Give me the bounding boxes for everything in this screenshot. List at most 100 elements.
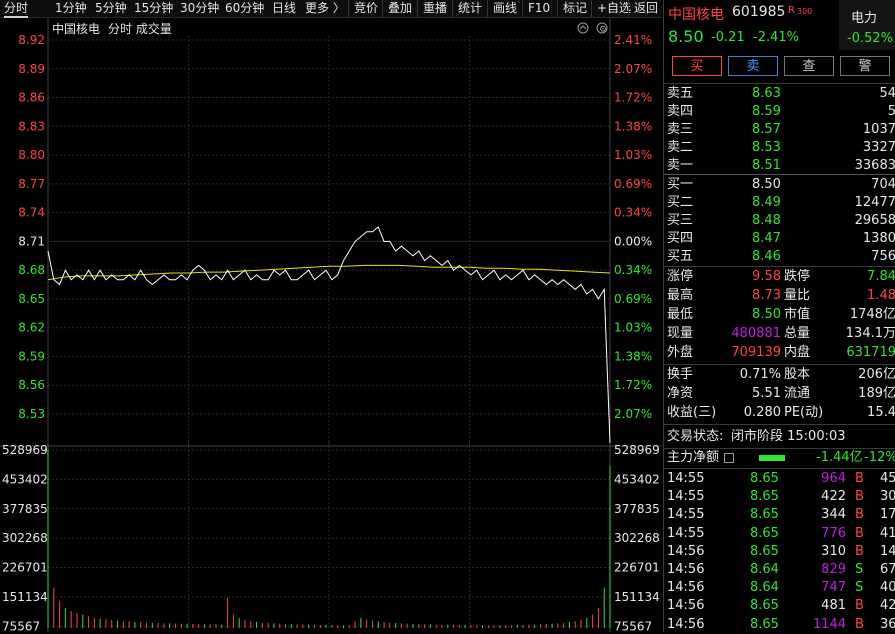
buy-button[interactable]: 买 <box>672 56 722 76</box>
bid-label: 买三 <box>667 213 694 228</box>
stats-row: 最高 8.73 量比 1.48 <box>664 287 895 305</box>
settings-icon[interactable]: ⚙ <box>596 22 608 35</box>
tab-5min[interactable]: 5分钟 <box>95 0 127 17</box>
sell-button[interactable]: 卖 <box>728 56 778 76</box>
tick-row: 14:56 8.65 1144 B 36 <box>664 616 895 634</box>
percent-tick-label: 1.03% <box>614 148 652 162</box>
replay-button[interactable]: 重播 <box>417 0 447 17</box>
price-tick-label: 8.62 <box>18 321 45 335</box>
tick-count: 45 <box>880 471 895 486</box>
bid-row: 买二 8.49 12477 <box>664 194 895 212</box>
stat-value: 480881 <box>731 326 781 341</box>
tick-side: B <box>855 525 864 541</box>
svg-text:⚙: ⚙ <box>599 25 607 35</box>
ask-volume: 33683 <box>854 158 895 173</box>
ask-row: 卖四 8.59 5 <box>664 103 895 121</box>
tick-count: 40 <box>880 580 895 596</box>
draw-button[interactable]: 画线 <box>487 0 517 17</box>
rz-badge: R <box>788 5 795 16</box>
price-tick-label: 8.89 <box>18 62 45 76</box>
stat-value: 1.48 <box>867 288 895 303</box>
price-tick-label: 8.83 <box>18 119 45 133</box>
main-flow-label: 主力净额 <box>667 450 720 465</box>
ask-row: 卖一 8.51 33683 <box>664 157 895 175</box>
tab-60min[interactable]: 60分钟 <box>225 0 264 17</box>
auction-button[interactable]: 竞价 <box>348 0 378 17</box>
ask-volume: 5 <box>887 104 895 119</box>
tick-side: B <box>855 489 864 505</box>
tick-row: 14:55 8.65 776 B 41 <box>664 525 895 543</box>
tick-price: 8.65 <box>750 507 779 523</box>
volume-tick-label: 226701 <box>614 561 660 575</box>
tick-side: B <box>855 543 864 559</box>
tick-price: 8.65 <box>750 543 779 559</box>
tab-daily[interactable]: 日线 <box>272 0 296 17</box>
volume-tick-label: 453402 <box>614 472 660 486</box>
tick-time: 14:56 <box>667 562 705 577</box>
tick-time: 14:56 <box>667 543 705 559</box>
tick-time: 14:56 <box>667 580 705 596</box>
list-icon[interactable] <box>724 453 734 463</box>
percent-tick-label: 2.07% <box>614 62 652 76</box>
ask-price: 8.57 <box>752 122 781 137</box>
price-tick-label: 8.77 <box>18 177 45 191</box>
tick-price: 8.65 <box>750 616 779 632</box>
stats-button[interactable]: 统计 <box>452 0 482 17</box>
price-tick-label: 8.53 <box>18 407 45 421</box>
tick-price: 8.65 <box>750 525 779 541</box>
tick-side: B <box>855 471 864 486</box>
mark-button[interactable]: 标记 <box>557 0 587 17</box>
intraday-chart[interactable]: 中国核电 分时 成交量 ⚙ 8.928.898.868.838.808.778.… <box>0 18 662 632</box>
tick-price: 8.65 <box>750 471 779 486</box>
stat-value: 189亿 <box>858 386 895 401</box>
ask-label: 卖三 <box>667 122 694 137</box>
stat-value: 5.51 <box>752 386 781 401</box>
tick-time: 14:55 <box>667 471 705 486</box>
stat-value: 0.280 <box>743 405 781 420</box>
tab-fenshi[interactable]: 分时 <box>4 0 29 18</box>
main-flow[interactable]: 主力净额 -1.44亿 -12% <box>664 449 895 467</box>
back-button[interactable]: 返回 <box>628 0 658 17</box>
tick-count: 30 <box>880 489 895 505</box>
ask-price: 8.59 <box>752 104 781 119</box>
bid-label: 买一 <box>667 177 694 192</box>
f10-button[interactable]: F10 <box>522 0 550 17</box>
tick-volume: 747 <box>821 580 846 596</box>
bid-price: 8.49 <box>752 195 781 210</box>
price-tick-label: 8.71 <box>18 234 45 248</box>
tick-volume: 310 <box>821 543 846 559</box>
volume-tick-label: 75567 <box>614 619 652 632</box>
tick-volume: 829 <box>821 562 846 577</box>
add-watchlist-button[interactable]: +自选 <box>591 0 631 17</box>
bid-label: 买四 <box>667 231 694 246</box>
sector-pct: -0.52% <box>847 31 893 46</box>
tick-count: 36 <box>880 616 895 632</box>
zoom-in-icon[interactable] <box>577 22 589 34</box>
stat-value: 1748亿 <box>849 307 895 322</box>
percent-tick-label: 0.34% <box>614 263 652 277</box>
stat-label: 现量 <box>667 326 694 341</box>
volume-tick-label: 75567 <box>2 619 40 632</box>
volume-tick-label: 528969 <box>2 443 48 457</box>
percent-tick-label: 1.03% <box>614 321 652 335</box>
ask-volume: 3327 <box>862 140 895 155</box>
percent-tick-label: 1.72% <box>614 378 652 392</box>
volume-tick-label: 302268 <box>614 531 660 545</box>
tab-more[interactable]: 更多 〉 <box>305 0 345 17</box>
tab-15min[interactable]: 15分钟 <box>134 0 173 17</box>
tick-volume: 776 <box>821 525 846 541</box>
tab-1min[interactable]: 1分钟 <box>55 0 87 17</box>
bid-volume: 12477 <box>854 195 895 210</box>
alert-button[interactable]: 警 <box>840 56 890 76</box>
overlay-button[interactable]: 叠加 <box>382 0 412 17</box>
bid-label: 买二 <box>667 195 694 210</box>
bid-row: 买三 8.48 29658 <box>664 212 895 230</box>
query-button[interactable]: 查 <box>784 56 834 76</box>
sector-box[interactable]: 电力 -0.52% <box>839 0 895 50</box>
tab-30min[interactable]: 30分钟 <box>180 0 219 17</box>
bid-volume: 29658 <box>854 213 895 228</box>
main-flow-value: -1.44亿 <box>816 450 863 465</box>
period-toolbar: 分时 1分钟 5分钟 15分钟 30分钟 60分钟 日线 更多 〉 竞价 叠加 … <box>0 0 662 18</box>
ask-row: 卖二 8.53 3327 <box>664 139 895 157</box>
tick-row: 14:55 8.65 344 B 17 <box>664 506 895 524</box>
